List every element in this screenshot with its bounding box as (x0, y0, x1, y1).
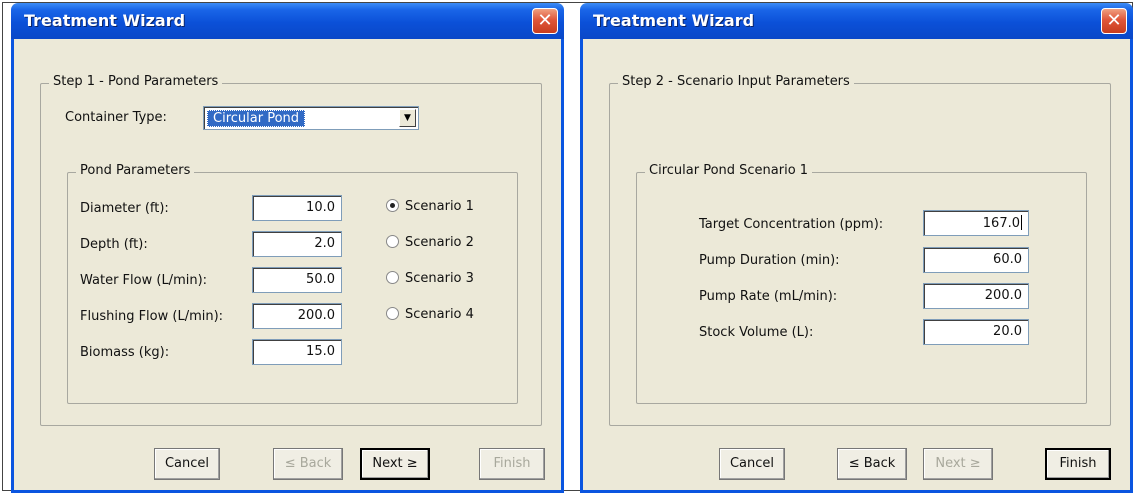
title-bar[interactable]: Treatment Wizard ✕ (580, 3, 1133, 39)
step2-groupbox: Step 2 - Scenario Input Parameters Circu… (609, 74, 1111, 426)
biomass-field[interactable]: 15.0 (252, 339, 342, 365)
radio-checked-icon (386, 199, 399, 212)
radio-unchecked-icon (386, 271, 399, 284)
target-concentration-field[interactable]: 167.0 (923, 210, 1029, 236)
chevron-down-icon[interactable]: ▼ (399, 109, 416, 127)
title-bar[interactable]: Treatment Wizard ✕ (11, 3, 564, 39)
pump-rate-field[interactable]: 200.0 (923, 283, 1029, 309)
scenario-3-radio[interactable]: Scenario 3 (386, 271, 474, 289)
depth-label: Depth (ft): (80, 237, 148, 252)
step1-group-title: Step 1 - Pond Parameters (49, 74, 223, 89)
depth-field[interactable]: 2.0 (252, 231, 342, 257)
pond-parameters-groupbox: Pond Parameters Diameter (ft): 10.0 Dept… (67, 163, 518, 404)
container-type-selected: Circular Pond (207, 110, 306, 127)
radio-unchecked-icon (386, 307, 399, 320)
scenario-4-label: Scenario 4 (405, 307, 474, 322)
water-flow-label: Water Flow (L/min): (80, 273, 208, 288)
target-concentration-value: 167.0 (982, 216, 1020, 231)
pump-rate-label: Pump Rate (mL/min): (699, 289, 838, 304)
finish-button[interactable]: Finish (1045, 448, 1111, 480)
cancel-button[interactable]: Cancel (154, 448, 220, 480)
close-icon[interactable]: ✕ (532, 8, 558, 34)
scenario-4-radio[interactable]: Scenario 4 (386, 307, 474, 325)
pump-duration-field[interactable]: 60.0 (923, 247, 1029, 273)
next-button[interactable]: Next ≥ (360, 448, 430, 480)
text-caret (1021, 215, 1022, 230)
container-type-dropdown[interactable]: Circular Pond ▼ (203, 106, 419, 130)
dialog-title: Treatment Wizard (593, 11, 755, 30)
back-button[interactable]: ≤ Back (837, 448, 907, 480)
scenario-1-radio[interactable]: Scenario 1 (386, 199, 474, 217)
scenario-3-label: Scenario 3 (405, 271, 474, 286)
scenario-1-label: Scenario 1 (405, 199, 474, 214)
diameter-field[interactable]: 10.0 (252, 195, 342, 221)
pond-parameters-group-title: Pond Parameters (76, 163, 195, 178)
scenario-group-title: Circular Pond Scenario 1 (645, 163, 813, 178)
treatment-wizard-step1-dialog: Treatment Wizard ✕ Step 1 - Pond Paramet… (11, 3, 564, 493)
diameter-label: Diameter (ft): (80, 201, 169, 216)
target-concentration-label: Target Concentration (ppm): (699, 217, 884, 232)
scenario-groupbox: Circular Pond Scenario 1 Target Concentr… (636, 163, 1087, 404)
dialog-title: Treatment Wizard (24, 11, 186, 30)
step1-groupbox: Step 1 - Pond Parameters Container Type:… (40, 74, 542, 426)
treatment-wizard-step2-dialog: Treatment Wizard ✕ Step 2 - Scenario Inp… (580, 3, 1133, 493)
step2-group-title: Step 2 - Scenario Input Parameters (618, 74, 854, 89)
finish-button[interactable]: Finish (479, 448, 545, 480)
radio-unchecked-icon (386, 235, 399, 248)
next-button[interactable]: Next ≥ (923, 448, 993, 480)
cancel-button[interactable]: Cancel (719, 448, 785, 480)
flushing-flow-field[interactable]: 200.0 (252, 303, 342, 329)
container-type-label: Container Type: (65, 110, 167, 125)
stock-volume-field[interactable]: 20.0 (923, 319, 1029, 345)
stock-volume-label: Stock Volume (L): (699, 325, 814, 340)
flushing-flow-label: Flushing Flow (L/min): (80, 309, 224, 324)
biomass-label: Biomass (kg): (80, 345, 170, 360)
scenario-2-label: Scenario 2 (405, 235, 474, 250)
pump-duration-label: Pump Duration (min): (699, 253, 840, 268)
back-button[interactable]: ≤ Back (273, 448, 343, 480)
water-flow-field[interactable]: 50.0 (252, 267, 342, 293)
close-icon[interactable]: ✕ (1101, 8, 1127, 34)
scenario-2-radio[interactable]: Scenario 2 (386, 235, 474, 253)
